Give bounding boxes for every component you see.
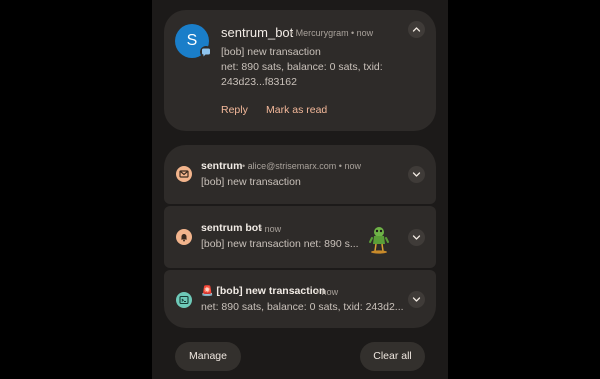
notification-card[interactable] — [164, 270, 436, 328]
notification-body-line: net: 890 sats, balance: 0 sats, txid: — [221, 61, 383, 73]
chevron-down-icon[interactable] — [408, 229, 425, 246]
notification-title: sentrum — [201, 160, 243, 172]
notification-card[interactable] — [164, 206, 436, 268]
notification-body: [bob] new transaction net: 890 s... — [201, 238, 359, 250]
notification-body: [bob] new transaction — [201, 176, 301, 188]
notification-body: net: 890 sats, balance: 0 sats, txid: 24… — [201, 301, 404, 313]
siren-emoji: 🚨 — [201, 286, 214, 297]
notification-body-line: 243d23...f83162 — [221, 76, 297, 88]
notification-meta: • now — [259, 224, 282, 234]
chat-bubble-icon — [200, 46, 212, 58]
clear-all-button[interactable]: Clear all — [360, 342, 425, 371]
notification-time: • now — [351, 28, 374, 38]
mark-as-read-button[interactable]: Mark as read — [266, 104, 327, 116]
sticker-image — [368, 224, 390, 256]
chevron-down-icon[interactable] — [408, 291, 425, 308]
notification-title: sentrum_bot — [221, 25, 294, 40]
notification-meta: • now — [316, 287, 339, 297]
chevron-down-icon[interactable] — [408, 166, 425, 183]
bell-icon — [176, 229, 192, 245]
email-icon — [176, 166, 192, 182]
notification-app-name: • Mercurygram — [290, 28, 349, 38]
reply-button[interactable]: Reply — [221, 104, 248, 116]
notification-card[interactable] — [164, 145, 436, 204]
manage-button[interactable]: Manage — [175, 342, 241, 371]
terminal-icon — [176, 292, 192, 308]
notification-meta: • alice@strisemarx.com • now — [242, 161, 361, 171]
notification-title-text: [bob] new transaction — [216, 285, 326, 297]
notification-body-line: [bob] new transaction — [221, 46, 321, 58]
chevron-up-icon[interactable] — [408, 21, 425, 38]
notification-title: sentrum bot — [201, 222, 262, 234]
notification-title: 🚨 [bob] new transaction — [201, 285, 325, 297]
